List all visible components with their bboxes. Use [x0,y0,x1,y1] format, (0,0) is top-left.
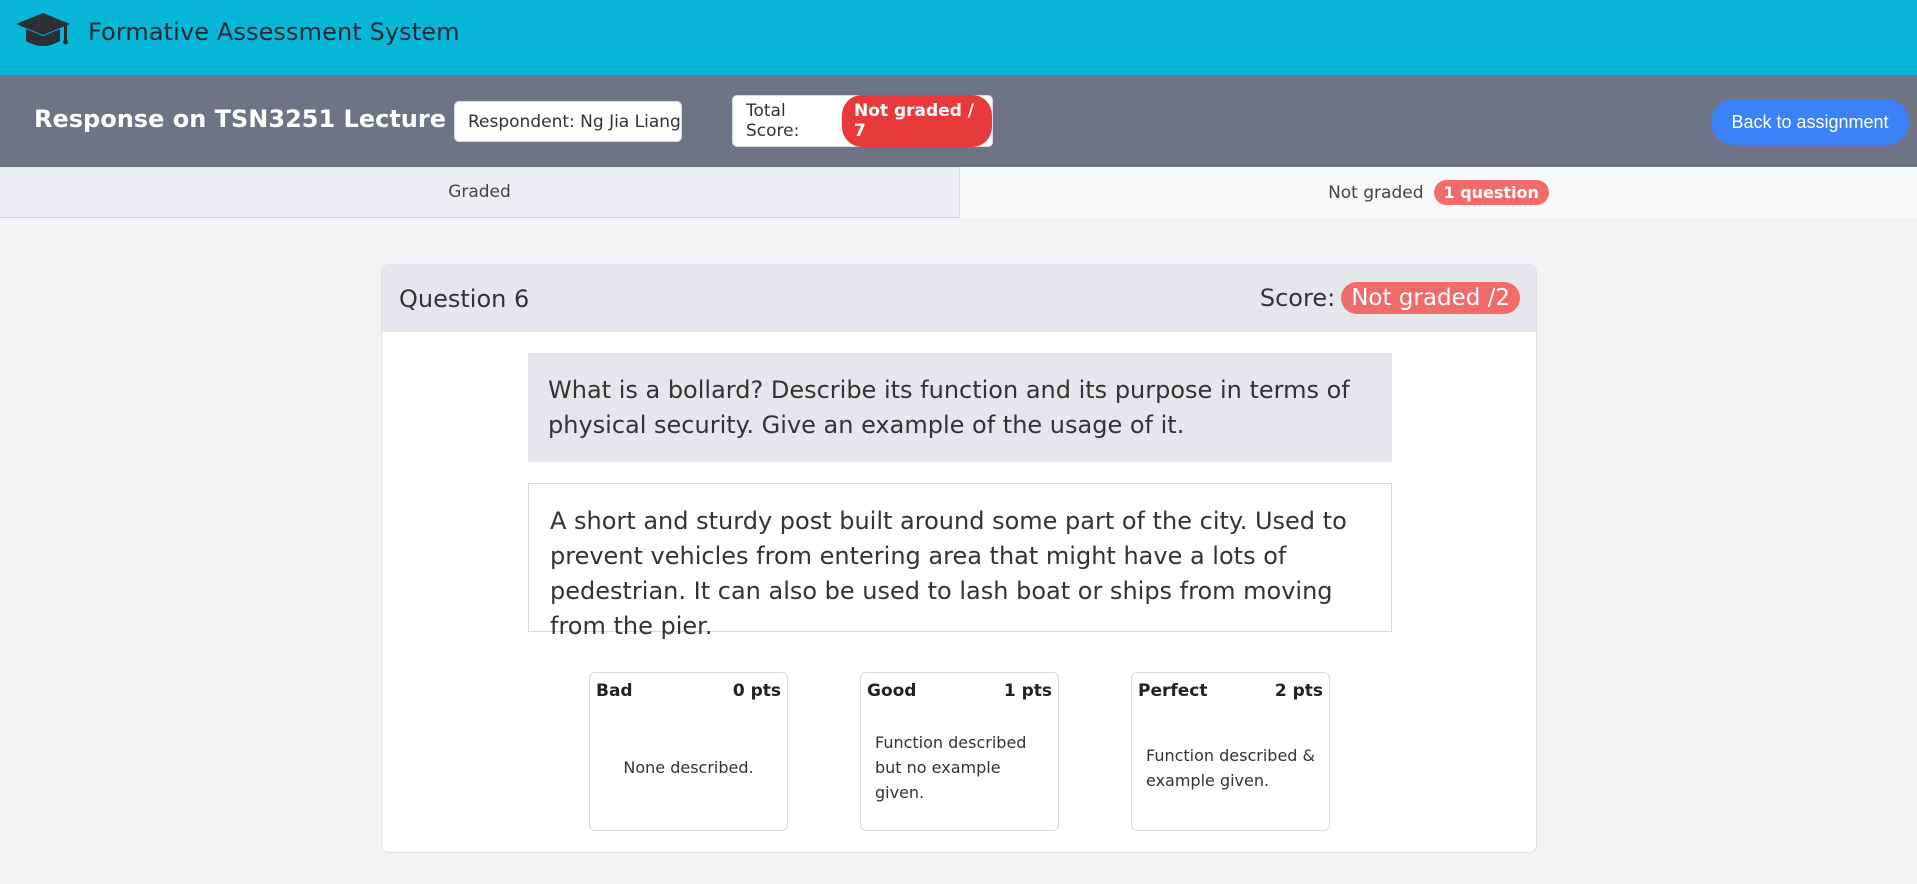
app-title: Formative Assessment System [88,18,460,46]
rubric-name: Good [867,681,917,701]
grading-tabs: Graded Not graded 1 question [0,167,1917,218]
rubric-option-good[interactable]: Good 1 pts Function described but no exa… [860,672,1059,831]
question-prompt: What is a bollard? Describe its function… [528,353,1392,462]
tab-not-graded-label: Not graded [1328,182,1424,203]
rubric-option-bad[interactable]: Bad 0 pts None described. [589,672,788,831]
rubric-points: 2 pts [1274,681,1323,701]
back-to-assignment-button[interactable]: Back to assignment [1711,99,1909,145]
rubric-option-perfect[interactable]: Perfect 2 pts Function described & examp… [1131,672,1330,831]
rubric-name: Perfect [1138,681,1208,701]
tab-graded[interactable]: Graded [0,167,960,218]
question-score-label: Score: [1259,284,1336,312]
question-title: Question 6 [399,285,530,313]
question-card-header: Question 6 Score: Not graded /2 [382,265,1536,332]
total-score-badge: Not graded / 7 [842,95,992,147]
respondent-label: Respondent: Ng Jia Liang [468,111,681,132]
graduation-cap-icon [14,10,72,56]
rubric-description: None described. [623,758,754,777]
rubric-description: Function described & example given. [1146,745,1316,790]
respondent-box: Respondent: Ng Jia Liang [454,101,682,142]
rubric-points: 0 pts [732,681,781,701]
question-score-badge: Not graded /2 [1341,282,1520,314]
tab-not-graded[interactable]: Not graded 1 question [960,167,1917,218]
rubric-name: Bad [596,681,633,701]
rubric-description: Function described but no example given. [875,733,1027,802]
total-score-label: Total Score: [746,101,800,141]
rubric-points: 1 pts [1003,681,1052,701]
question-card: Question 6 Score: Not graded /2 What is … [381,264,1537,853]
tab-graded-label: Graded [448,182,511,202]
page-title: Response on TSN3251 Lecture 1 [34,105,472,133]
not-graded-count-badge: 1 question [1433,180,1549,205]
total-score-box: Total Score: Not graded / 7 [732,95,993,147]
student-answer: A short and sturdy post built around som… [528,483,1392,640]
app-topbar: Formative Assessment System [0,0,1917,75]
question-score: Score: Not graded /2 [1260,282,1520,314]
